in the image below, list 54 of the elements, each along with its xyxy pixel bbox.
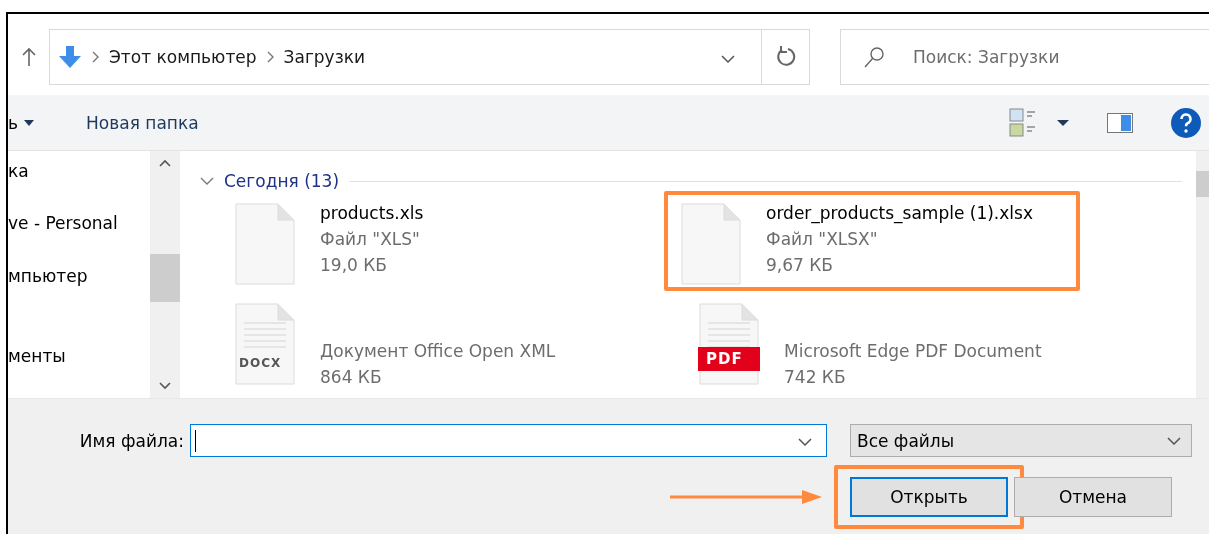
help-icon[interactable] xyxy=(1171,107,1201,138)
preview-pane-icon[interactable] xyxy=(1107,112,1133,133)
nav-item[interactable]: ve - Personal xyxy=(8,213,118,234)
file-type: Microsoft Edge PDF Document xyxy=(784,341,1042,361)
chevron-right-icon xyxy=(266,51,274,63)
collapse-chevron-icon[interactable] xyxy=(200,177,214,185)
nav-item[interactable]: менты xyxy=(8,345,66,366)
dropdown-chevron-icon[interactable] xyxy=(1167,436,1181,445)
highlighted-file-item[interactable]: order_products_sample (1).xlsx Файл "XLSX" 9,67 КБ xyxy=(664,191,1080,291)
file-type: Файл "XLSX" xyxy=(766,229,879,249)
file-name: order_products_sample (1).xlsx xyxy=(766,203,1033,223)
file-item[interactable]: DOCX Документ Office Open XML 864 КБ xyxy=(218,291,634,391)
dropdown-caret-icon[interactable] xyxy=(24,119,35,126)
file-name-label: Имя файла: xyxy=(78,430,185,451)
file-item[interactable]: products.xls Файл "XLS" 19,0 КБ xyxy=(218,191,634,291)
scrollbar-thumb[interactable] xyxy=(1196,171,1209,197)
new-folder-button[interactable]: Новая папка xyxy=(86,112,199,133)
dropdown-chevron-icon[interactable] xyxy=(798,438,812,446)
file-icon xyxy=(234,203,296,285)
scrollbar-thumb[interactable] xyxy=(150,254,180,302)
address-bar[interactable]: Этот компьютер Загрузки xyxy=(49,29,810,85)
breadcrumb[interactable]: Загрузки xyxy=(283,47,366,67)
download-arrow-icon xyxy=(58,45,82,69)
file-size: 742 КБ xyxy=(784,367,847,387)
breadcrumb[interactable]: Этот компьютер xyxy=(109,47,257,67)
file-icon xyxy=(698,303,760,385)
scroll-up-icon[interactable] xyxy=(159,159,171,167)
scroll-down-icon[interactable] xyxy=(159,382,171,390)
chevron-right-icon xyxy=(92,51,99,63)
cancel-button[interactable]: Отмена xyxy=(1014,477,1172,517)
file-size: 864 КБ xyxy=(320,367,383,387)
open-button[interactable]: Открыть xyxy=(850,477,1008,517)
search-icon xyxy=(864,46,886,68)
refresh-icon[interactable] xyxy=(774,46,797,68)
file-name: products.xls xyxy=(320,203,424,223)
search-field[interactable]: Поиск: Загрузки xyxy=(840,29,1209,85)
dropdown-chevron-icon[interactable] xyxy=(721,54,735,63)
organize-menu[interactable]: ь xyxy=(8,112,19,133)
file-size: 9,67 КБ xyxy=(766,255,834,275)
file-type: Файл "XLS" xyxy=(320,229,421,249)
dropdown-caret-icon[interactable] xyxy=(1057,119,1069,126)
file-item[interactable]: PDF Microsoft Edge PDF Document 742 КБ xyxy=(682,291,1098,391)
file-type-select[interactable]: Все файлы xyxy=(850,424,1192,457)
group-header[interactable]: Сегодня (13) xyxy=(224,171,340,191)
file-type-label: DOCX xyxy=(239,356,282,370)
file-size: 19,0 КБ xyxy=(320,255,388,275)
nav-item[interactable]: ка xyxy=(8,161,29,181)
file-icon xyxy=(680,203,742,285)
up-arrow-icon[interactable] xyxy=(21,47,36,67)
file-type: Документ Office Open XML xyxy=(320,341,556,361)
nav-item[interactable]: мпьютер xyxy=(8,265,88,286)
file-type-label: PDF xyxy=(706,350,743,368)
file-icon xyxy=(234,303,296,385)
file-name-input[interactable] xyxy=(190,424,827,457)
